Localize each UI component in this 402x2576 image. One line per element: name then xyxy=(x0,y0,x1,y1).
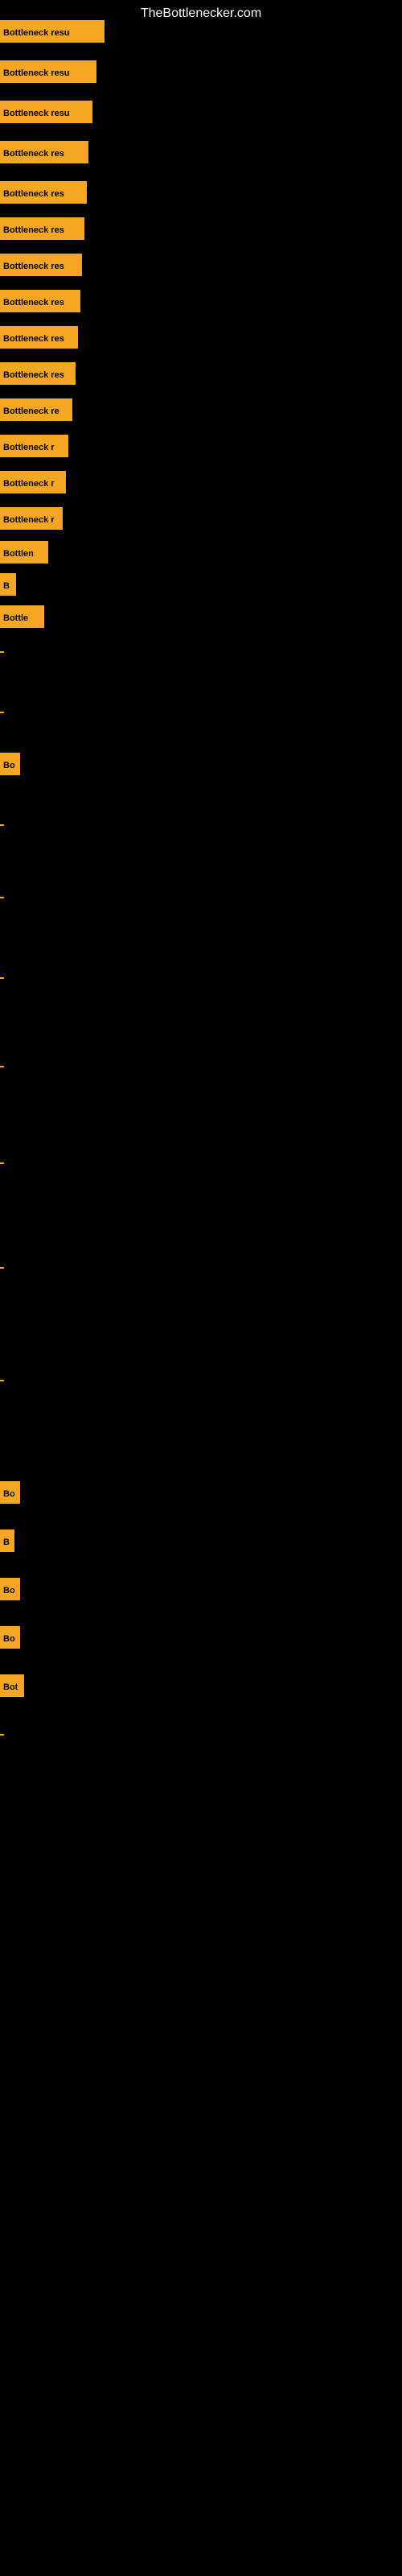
bar-item: Bot xyxy=(0,1674,24,1697)
bar-item: Bo xyxy=(0,1626,20,1649)
bar-item: B xyxy=(0,573,16,596)
bar-item xyxy=(0,813,4,836)
bar-item: Bottleneck res xyxy=(0,254,82,276)
bar-line xyxy=(0,897,4,898)
bar-item xyxy=(0,886,4,908)
bar-label: Bottleneck res xyxy=(0,326,78,349)
bar-label: Bo xyxy=(0,1481,20,1504)
bar-item: Bottleneck r xyxy=(0,435,68,457)
bar-item: Bo xyxy=(0,1481,20,1504)
bar-label: Bottleneck res xyxy=(0,362,76,385)
bar-item xyxy=(0,640,4,663)
bar-item: B xyxy=(0,1530,14,1552)
bar-item xyxy=(0,1151,4,1174)
bar-label: Bottleneck res xyxy=(0,290,80,312)
bar-item: Bottle xyxy=(0,605,44,628)
bar-label: Bottleneck r xyxy=(0,435,68,457)
bar-line xyxy=(0,1380,4,1381)
bar-item xyxy=(0,966,4,989)
bar-line xyxy=(0,1162,4,1164)
bar-label: Bo xyxy=(0,753,20,775)
bar-item: Bo xyxy=(0,753,20,775)
bar-label: Bottleneck resu xyxy=(0,20,105,43)
bar-item xyxy=(0,1055,4,1077)
bar-label: Bottleneck resu xyxy=(0,60,96,83)
bar-label: Bottleneck res xyxy=(0,141,88,163)
bar-line xyxy=(0,824,4,826)
bar-label: Bo xyxy=(0,1626,20,1649)
bar-item: Bottlen xyxy=(0,541,48,564)
bar-line xyxy=(0,1267,4,1269)
bar-item xyxy=(0,1368,4,1391)
bar-label: Bot xyxy=(0,1674,24,1697)
bar-item: Bottleneck r xyxy=(0,471,66,493)
bar-line xyxy=(0,712,4,713)
bar-label: Bottleneck res xyxy=(0,254,82,276)
bar-line xyxy=(0,977,4,979)
bar-item: Bottleneck res xyxy=(0,141,88,163)
bar-item: Bottleneck resu xyxy=(0,60,96,83)
bar-item: Bottleneck res xyxy=(0,326,78,349)
bar-item: Bo xyxy=(0,1578,20,1600)
bar-label: Bottleneck re xyxy=(0,398,72,421)
bar-label: Bottleneck r xyxy=(0,471,66,493)
bar-line xyxy=(0,1066,4,1067)
bar-item xyxy=(0,700,4,723)
bar-label: B xyxy=(0,1530,14,1552)
bar-label: Bottlen xyxy=(0,541,48,564)
bar-label: B xyxy=(0,573,16,596)
bar-label: Bottleneck resu xyxy=(0,101,92,123)
bar-item: Bottleneck res xyxy=(0,217,84,240)
chart-container: TheBottlenecker.com Bottleneck resuBottl… xyxy=(0,0,402,2576)
bar-item: Bottleneck res xyxy=(0,362,76,385)
bar-item: Bottleneck r xyxy=(0,507,63,530)
bar-item: Bottleneck res xyxy=(0,181,87,204)
bar-label: Bottleneck res xyxy=(0,181,87,204)
bar-item: Bottleneck re xyxy=(0,398,72,421)
bar-item xyxy=(0,1256,4,1278)
bar-label: Bottleneck res xyxy=(0,217,84,240)
bar-line xyxy=(0,651,4,653)
bar-item xyxy=(0,1723,4,1745)
bar-line xyxy=(0,1734,4,1736)
bar-item: Bottleneck resu xyxy=(0,101,92,123)
bar-label: Bottle xyxy=(0,605,44,628)
bar-label: Bo xyxy=(0,1578,20,1600)
bar-item: Bottleneck res xyxy=(0,290,80,312)
bar-label: Bottleneck r xyxy=(0,507,63,530)
bar-item: Bottleneck resu xyxy=(0,20,105,43)
